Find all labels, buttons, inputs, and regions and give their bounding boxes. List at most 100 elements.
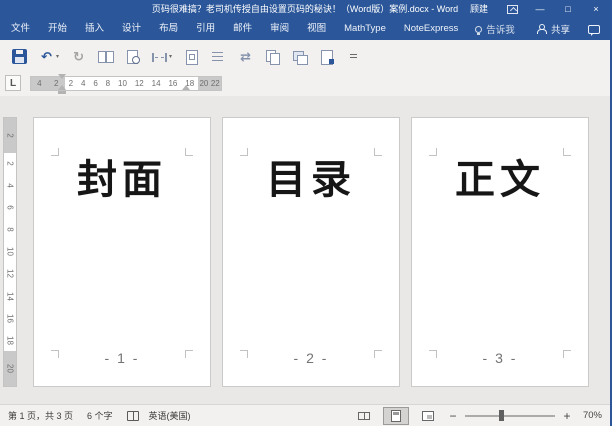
title-bar: 页码很难搞？老司机传授自由设置页码的秘诀！（Word版）案例.docx - Wo… — [0, 0, 610, 18]
web-layout-button[interactable] — [415, 407, 441, 425]
ribbon-tab-bar: 文件 开始 插入 设计 布局 引用 邮件 审阅 视图 MathType NoteExpress 告诉… — [0, 18, 610, 40]
ribbon-tab-1[interactable]: 开始 — [39, 18, 76, 40]
zoom-in-button[interactable]: + — [561, 409, 573, 423]
switch-windows-button[interactable] — [288, 46, 311, 67]
print-layout-icon — [390, 409, 401, 422]
shrink-page-icon — [319, 49, 335, 65]
vruler-text-area: 2 4 6 8 10 12 14 16 18 — [4, 152, 16, 352]
left-indent-marker[interactable] — [58, 91, 66, 94]
title-bar-controls: 顾建 — □ × — [460, 0, 610, 18]
redo-button[interactable]: ↻ — [67, 46, 90, 67]
list-format-icon — [211, 49, 226, 64]
ruler-text-area: 2 4 6 8 10 12 14 16 18 — [64, 77, 199, 90]
zoom-slider-thumb[interactable] — [498, 409, 504, 421]
page-title-text[interactable]: 封面 — [34, 158, 210, 202]
read-mode-icon — [357, 411, 370, 420]
proofing-status-icon[interactable] — [126, 410, 139, 421]
two-page-view-button[interactable] — [94, 46, 117, 67]
two-page-view-icon — [98, 49, 115, 64]
ruler-label: 20 — [5, 364, 15, 374]
crop-mark-icon — [185, 148, 193, 156]
shrink-page-button[interactable] — [315, 46, 338, 67]
document-area[interactable]: 2 2 4 6 8 10 12 14 16 18 20 封面 - 1 - 目录 - 2 - 正文 - 3 … — [0, 96, 610, 404]
ruler-label: 4 — [5, 183, 15, 189]
language-status[interactable]: 英语(美国) — [149, 409, 191, 422]
copy-page-button[interactable] — [261, 46, 284, 67]
page-number-footer[interactable]: - 3 - — [412, 350, 588, 366]
crop-mark-icon — [374, 148, 382, 156]
ruler-label: 10 — [5, 247, 15, 257]
ruler-label: 16 — [5, 313, 15, 323]
page-2[interactable]: 目录 - 2 - — [222, 117, 400, 387]
ribbon-tab-6[interactable]: 邮件 — [224, 18, 261, 40]
copy-page-icon — [265, 49, 281, 65]
list-format-button[interactable] — [207, 46, 230, 67]
share-button[interactable]: 共享 — [536, 22, 576, 36]
dropdown-caret-icon: ▾ — [169, 53, 173, 60]
crop-mark-icon — [429, 148, 437, 156]
ruler-label: 4 — [80, 79, 86, 88]
page-number-footer[interactable]: - 2 - — [223, 350, 399, 366]
ribbon-tab-0[interactable]: 文件 — [2, 18, 39, 40]
share-label: 共享 — [550, 25, 570, 36]
hanging-indent-marker[interactable] — [58, 85, 66, 90]
lightbulb-icon — [475, 25, 483, 35]
toolbar-overflow-button[interactable] — [342, 46, 365, 67]
ruler-label: 2 — [68, 79, 74, 88]
ruler-label: 18 — [5, 335, 15, 345]
ruler-label: 4 — [37, 79, 42, 88]
tell-me-box[interactable]: 告诉我 — [475, 22, 515, 36]
tab-stop-selector[interactable]: L — [5, 75, 21, 91]
ribbon-tab-7[interactable]: 审阅 — [261, 18, 298, 40]
ruler-label: 22 — [210, 79, 220, 88]
page-1[interactable]: 封面 - 1 - — [33, 117, 211, 387]
page-border-icon — [184, 49, 199, 65]
undo-button[interactable]: ↶ ▾ — [35, 46, 63, 67]
crop-mark-icon — [563, 148, 571, 156]
save-button[interactable] — [8, 46, 31, 67]
ribbon-display-options-button[interactable] — [498, 0, 526, 18]
page-border-button[interactable] — [180, 46, 203, 67]
comment-icon[interactable] — [588, 24, 600, 36]
zoom-level[interactable]: 70% — [583, 410, 602, 421]
vertical-ruler[interactable]: 2 2 4 6 8 10 12 14 16 18 20 — [3, 117, 17, 387]
ribbon-tab-9[interactable]: MathType — [335, 18, 395, 40]
print-layout-button[interactable] — [382, 406, 409, 425]
ribbon-tab-2[interactable]: 插入 — [76, 18, 113, 40]
ribbon-tab-5[interactable]: 引用 — [187, 18, 224, 40]
ribbon-tab-8[interactable]: 视图 — [298, 18, 335, 40]
page-number-footer[interactable]: - 1 - — [34, 350, 210, 366]
zoom-out-button[interactable]: − — [447, 409, 459, 423]
user-name[interactable]: 顾建 — [460, 0, 498, 18]
ribbon-tab-3[interactable]: 设计 — [113, 18, 150, 40]
vruler-bottom-margin: 20 — [4, 351, 16, 386]
right-indent-marker[interactable] — [182, 85, 190, 90]
crop-mark-icon — [240, 148, 248, 156]
redo-icon: ↻ — [73, 48, 84, 64]
status-bar-right: − + 70% — [351, 406, 602, 425]
page-info[interactable]: 第 1 页，共 3 页 — [8, 409, 73, 422]
zoom-slider[interactable] — [464, 409, 555, 421]
first-line-indent-marker[interactable] — [58, 74, 66, 79]
page-break-button[interactable]: ▾ — [148, 47, 176, 65]
person-icon — [536, 24, 547, 34]
horizontal-ruler-row: L 42 2 4 6 8 10 12 14 16 18 20 22 — [0, 72, 610, 96]
read-mode-button[interactable] — [351, 407, 377, 425]
close-button[interactable]: × — [582, 0, 610, 18]
swap-arrows-icon: ⇄ — [240, 48, 251, 64]
ribbon-tab-4[interactable]: 布局 — [150, 18, 187, 40]
ruler-label: 8 — [5, 227, 15, 233]
print-preview-button[interactable] — [121, 46, 144, 67]
page-title-text[interactable]: 正文 — [412, 158, 588, 202]
ribbon-tab-10[interactable]: NoteExpress — [395, 18, 467, 40]
ruler-label: 14 — [5, 291, 15, 301]
word-count[interactable]: 6 个字 — [87, 409, 113, 422]
swap-arrows-button[interactable]: ⇄ — [234, 46, 257, 67]
page-3[interactable]: 正文 - 3 - — [411, 117, 589, 387]
page-title-text[interactable]: 目录 — [223, 158, 399, 202]
ruler-label: 2 — [5, 161, 15, 166]
dropdown-caret-icon: ▾ — [56, 53, 60, 60]
save-icon — [12, 48, 27, 64]
minimize-button[interactable]: — — [526, 0, 554, 18]
maximize-button[interactable]: □ — [554, 0, 582, 18]
